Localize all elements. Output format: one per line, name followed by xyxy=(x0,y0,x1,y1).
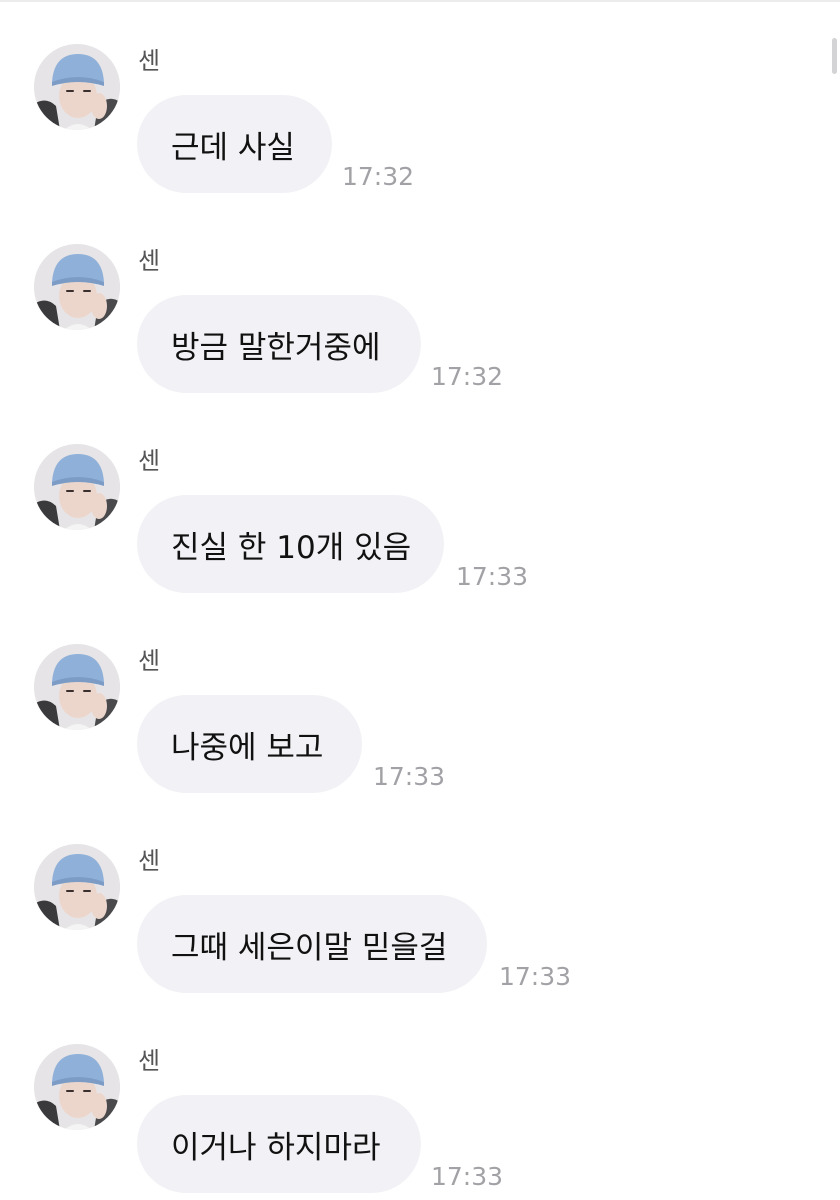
avatar[interactable] xyxy=(34,1044,120,1130)
sender-name: 센 xyxy=(138,47,161,75)
sender-name: 센 xyxy=(138,1047,161,1075)
message-time: 17:33 xyxy=(499,962,572,991)
avatar[interactable] xyxy=(34,244,120,330)
avatar[interactable] xyxy=(34,444,120,530)
message-time: 17:33 xyxy=(456,562,529,591)
profile-photo-icon xyxy=(34,444,120,530)
profile-photo-icon xyxy=(34,644,120,730)
chat-message-list: 센 근데 사실 17:32 센 방금 말한거중에 17:32 센 진실 한 10… xyxy=(0,0,840,1200)
chat-message: 센 진실 한 10개 있음 17:33 xyxy=(0,400,840,600)
profile-photo-icon xyxy=(34,44,120,130)
message-bubble[interactable]: 진실 한 10개 있음 xyxy=(137,495,444,593)
message-bubble[interactable]: 근데 사실 xyxy=(137,95,332,193)
profile-photo-icon xyxy=(34,244,120,330)
sender-name: 센 xyxy=(138,847,161,875)
chat-message: 센 이거나 하지마라 17:33 xyxy=(0,1000,840,1200)
message-bubble[interactable]: 이거나 하지마라 xyxy=(137,1095,421,1193)
chat-message: 센 나중에 보고 17:33 xyxy=(0,600,840,800)
avatar[interactable] xyxy=(34,644,120,730)
message-time: 17:32 xyxy=(431,362,504,391)
avatar[interactable] xyxy=(34,44,120,130)
chat-message: 센 근데 사실 17:32 xyxy=(0,0,840,200)
message-bubble[interactable]: 나중에 보고 xyxy=(137,695,362,793)
message-bubble[interactable]: 그때 세은이말 믿을걸 xyxy=(137,895,487,993)
avatar[interactable] xyxy=(34,844,120,930)
message-time: 17:32 xyxy=(342,162,415,191)
message-time: 17:33 xyxy=(431,1162,504,1191)
chat-message: 센 방금 말한거중에 17:32 xyxy=(0,200,840,400)
profile-photo-icon xyxy=(34,844,120,930)
sender-name: 센 xyxy=(138,247,161,275)
sender-name: 센 xyxy=(138,647,161,675)
message-time: 17:33 xyxy=(373,762,446,791)
chat-message: 센 그때 세은이말 믿을걸 17:33 xyxy=(0,800,840,1000)
sender-name: 센 xyxy=(138,447,161,475)
message-bubble[interactable]: 방금 말한거중에 xyxy=(137,295,421,393)
profile-photo-icon xyxy=(34,1044,120,1130)
